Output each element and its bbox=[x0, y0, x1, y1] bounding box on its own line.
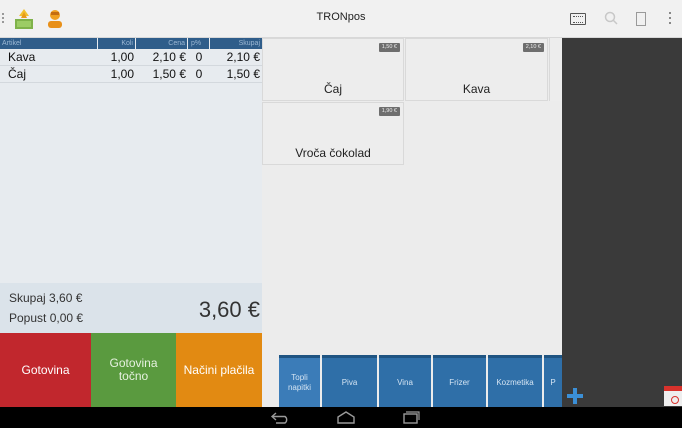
row-total: 2,10 € bbox=[226, 50, 260, 64]
recent-apps-icon[interactable] bbox=[399, 410, 421, 425]
exact-cash-button[interactable]: Gotovina točno bbox=[91, 333, 176, 407]
category-tab[interactable]: Frizer bbox=[433, 355, 486, 407]
product-price: 1,50 € bbox=[378, 43, 400, 52]
category-tab[interactable]: Kozmetika bbox=[488, 355, 542, 407]
order-table-header: Artikel Koli Cena p% Skupaj bbox=[0, 38, 262, 49]
category-tab[interactable]: Topli napitki bbox=[279, 355, 320, 407]
row-discount: 0 bbox=[195, 67, 203, 81]
category-tab[interactable]: P bbox=[544, 355, 562, 407]
row-discount: 0 bbox=[195, 50, 203, 64]
row-price: 2,10 € bbox=[152, 50, 186, 64]
product-price: 2,10 € bbox=[522, 43, 544, 52]
calendar-icon[interactable] bbox=[664, 386, 682, 406]
action-bar: TRONpos bbox=[0, 0, 682, 38]
category-tab[interactable]: Vina bbox=[379, 355, 431, 407]
product-tile[interactable]: 1,90 € Vroča čokolad bbox=[262, 102, 404, 165]
product-tile[interactable]: 1,50 € Čaj bbox=[262, 38, 404, 101]
header-discount[interactable]: p% bbox=[188, 38, 210, 49]
product-name: Čaj bbox=[323, 82, 342, 96]
row-qty: 1,00 bbox=[110, 67, 134, 81]
side-panel bbox=[562, 38, 682, 407]
order-row[interactable]: Kava 1,00 2,10 € 0 2,10 € bbox=[0, 49, 262, 66]
payment-methods-button[interactable]: Načini plačila bbox=[176, 333, 262, 407]
overflow-menu-icon[interactable] bbox=[669, 12, 672, 27]
search-icon[interactable] bbox=[604, 11, 618, 25]
row-article: Čaj bbox=[8, 67, 27, 81]
header-total[interactable]: Skupaj bbox=[210, 38, 262, 49]
category-tab[interactable]: Piva bbox=[322, 355, 377, 407]
home-icon[interactable] bbox=[334, 410, 358, 425]
subtotal-label: Skupaj 3,60 € bbox=[9, 291, 83, 305]
product-name: Vroča čokolad bbox=[295, 146, 371, 160]
keyboard-icon[interactable] bbox=[570, 13, 586, 25]
grand-total: 3,60 € bbox=[198, 297, 260, 322]
product-tile-partial[interactable] bbox=[549, 38, 562, 101]
order-table: Artikel Koli Cena p% Skupaj Kava 1,00 2,… bbox=[0, 38, 262, 283]
row-qty: 1,00 bbox=[110, 50, 134, 64]
totals-panel: Skupaj 3,60 € Popust 0,00 € 3,60 € bbox=[0, 283, 262, 333]
document-icon[interactable] bbox=[636, 12, 646, 26]
order-row[interactable]: Čaj 1,00 1,50 € 0 1,50 € bbox=[0, 66, 262, 83]
row-total: 1,50 € bbox=[226, 67, 260, 81]
row-article: Kava bbox=[8, 50, 36, 64]
row-price: 1,50 € bbox=[152, 67, 186, 81]
back-icon[interactable] bbox=[270, 410, 292, 425]
system-nav-bar bbox=[0, 407, 682, 428]
product-name: Kava bbox=[462, 82, 491, 96]
header-price[interactable]: Cena bbox=[136, 38, 188, 49]
header-article[interactable]: Artikel bbox=[0, 38, 98, 49]
product-price: 1,90 € bbox=[378, 107, 400, 116]
header-qty[interactable]: Koli bbox=[98, 38, 136, 49]
product-tile[interactable]: 2,10 € Kava bbox=[405, 38, 548, 101]
cash-button[interactable]: Gotovina bbox=[0, 333, 91, 407]
discount-label: Popust 0,00 € bbox=[9, 311, 84, 325]
add-icon[interactable] bbox=[567, 388, 583, 404]
